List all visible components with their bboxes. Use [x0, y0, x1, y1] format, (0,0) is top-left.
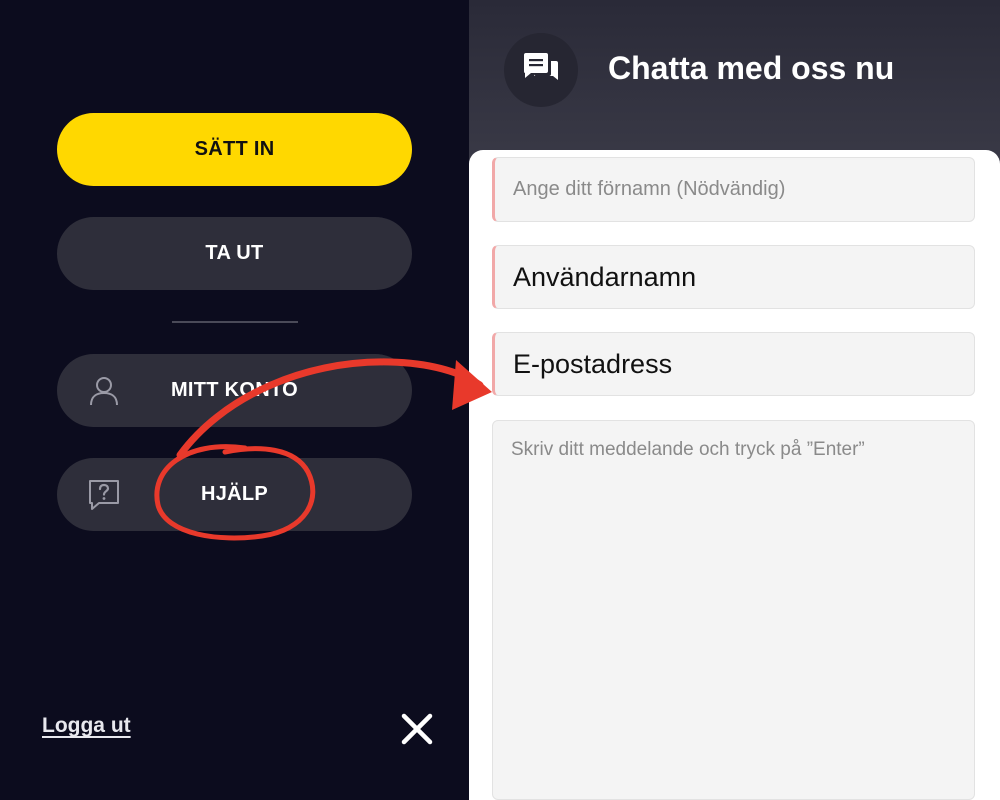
withdraw-button-label: TA UT [205, 242, 264, 264]
deposit-button[interactable]: SÄTT IN [57, 113, 412, 186]
deposit-button-label: SÄTT IN [194, 138, 275, 160]
my-account-button[interactable]: MITT KONTO [57, 354, 412, 427]
email-input[interactable] [492, 332, 975, 396]
withdraw-button[interactable]: TA UT [57, 217, 412, 290]
help-button-label: HJÄLP [200, 483, 269, 505]
first-name-input[interactable] [492, 157, 975, 222]
menu-divider [172, 321, 298, 323]
user-icon [87, 374, 121, 408]
chat-form [469, 150, 1000, 800]
question-bubble-icon [87, 478, 121, 512]
chat-bubbles-icon [504, 33, 578, 107]
chat-title: Chatta med oss nu [608, 50, 895, 86]
message-textarea[interactable] [492, 420, 975, 800]
help-button[interactable]: HJÄLP [57, 458, 412, 531]
chat-panel: Chatta med oss nu [469, 0, 1000, 800]
side-menu: SÄTT IN TA UT MITT KONTO HJÄLP Logga ut [0, 0, 470, 800]
logout-link[interactable]: Logga ut [42, 714, 131, 738]
close-icon[interactable] [396, 708, 438, 750]
chat-header: Chatta med oss nu [469, 0, 1000, 170]
username-input[interactable] [492, 245, 975, 309]
my-account-button-label: MITT KONTO [170, 379, 299, 401]
